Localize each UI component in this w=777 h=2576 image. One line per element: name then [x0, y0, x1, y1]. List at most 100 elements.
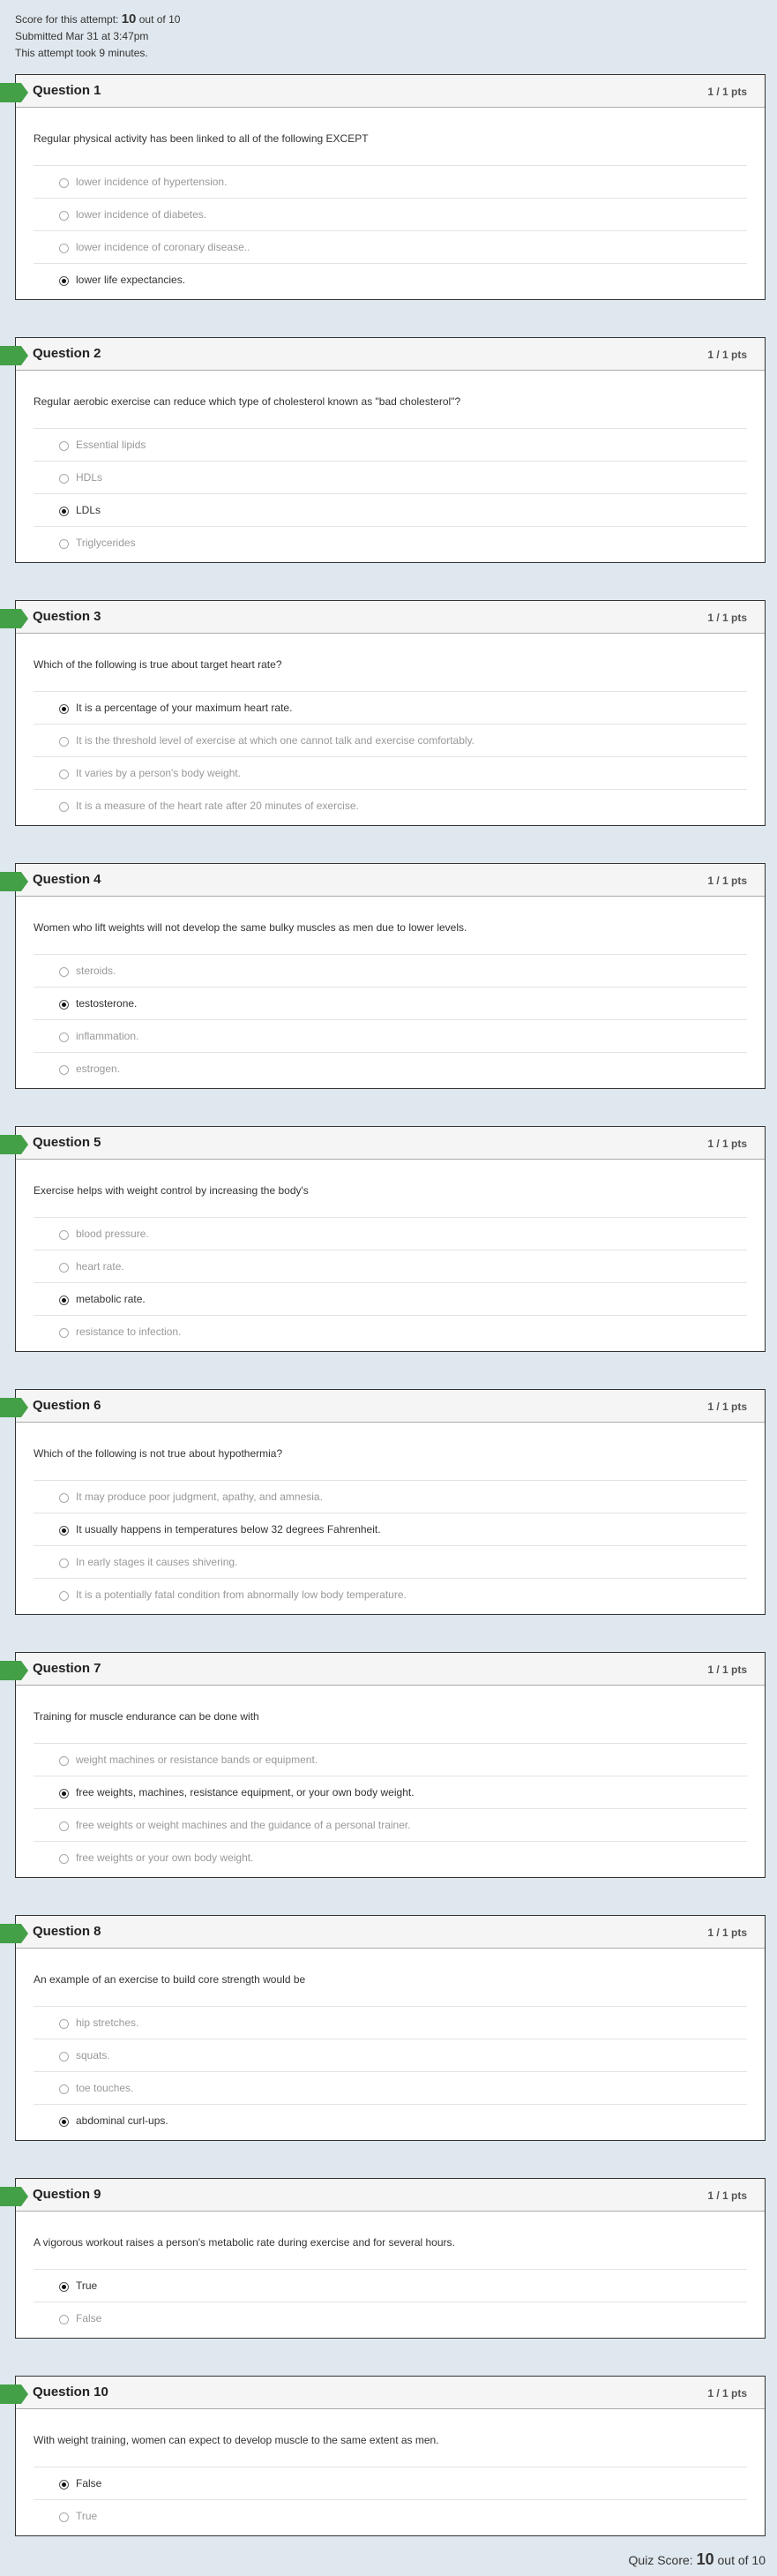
radio-icon[interactable]: [59, 244, 69, 253]
answer-option[interactable]: In early stages it causes shivering.: [34, 1545, 747, 1578]
answer-option[interactable]: free weights or weight machines and the …: [34, 1808, 747, 1841]
answer-option[interactable]: blood pressure.: [34, 1217, 747, 1250]
correct-flag-icon: [0, 1924, 28, 1943]
answer-option[interactable]: It is a measure of the heart rate after …: [34, 789, 747, 822]
answer-label: free weights or your own body weight.: [76, 1851, 254, 1864]
answer-option[interactable]: Essential lipids: [34, 428, 747, 461]
answer-option[interactable]: squats.: [34, 2039, 747, 2071]
answer-label: testosterone.: [76, 997, 138, 1010]
answer-option[interactable]: False: [34, 2467, 747, 2499]
radio-selected-icon[interactable]: [59, 704, 69, 714]
radio-icon[interactable]: [59, 737, 69, 747]
question-card: Question 10 1 / 1 pts With weight traini…: [0, 2376, 766, 2536]
question-card: Question 9 1 / 1 pts A vigorous workout …: [0, 2178, 766, 2339]
answer-option[interactable]: True: [34, 2269, 747, 2302]
question-body: Which of the following is not true about…: [16, 1423, 765, 1614]
answer-label: hip stretches.: [76, 2016, 139, 2029]
question-points: 1 / 1 pts: [707, 349, 747, 361]
answer-option[interactable]: It usually happens in temperatures below…: [34, 1513, 747, 1545]
radio-icon[interactable]: [59, 178, 69, 188]
radio-icon[interactable]: [59, 2512, 69, 2522]
radio-selected-icon[interactable]: [59, 1789, 69, 1799]
answer-option[interactable]: toe touches.: [34, 2071, 747, 2104]
question-card: Question 8 1 / 1 pts An example of an ex…: [0, 1915, 766, 2141]
radio-selected-icon[interactable]: [59, 2117, 69, 2127]
radio-icon[interactable]: [59, 967, 69, 977]
radio-icon[interactable]: [59, 441, 69, 451]
answer-label: blood pressure.: [76, 1228, 149, 1240]
answer-option[interactable]: inflammation.: [34, 1019, 747, 1052]
answer-option[interactable]: LDLs: [34, 493, 747, 526]
answer-option[interactable]: True: [34, 2499, 747, 2532]
answer-option[interactable]: estrogen.: [34, 1052, 747, 1085]
answer-option[interactable]: lower incidence of hypertension.: [34, 165, 747, 198]
answer-option[interactable]: It is the threshold level of exercise at…: [34, 724, 747, 756]
answer-option[interactable]: abdominal curl-ups.: [34, 2104, 747, 2137]
radio-icon[interactable]: [59, 1821, 69, 1831]
correct-flag-icon: [0, 83, 28, 102]
radio-selected-icon[interactable]: [59, 276, 69, 286]
question-text: Regular aerobic exercise can reduce whic…: [34, 395, 461, 408]
answer-option[interactable]: resistance to infection.: [34, 1315, 747, 1348]
answer-label: free weights or weight machines and the …: [76, 1819, 411, 1831]
answer-option[interactable]: It is a potentially fatal condition from…: [34, 1578, 747, 1611]
answer-option[interactable]: HDLs: [34, 461, 747, 493]
radio-icon[interactable]: [59, 1591, 69, 1601]
radio-icon[interactable]: [59, 1033, 69, 1042]
radio-icon[interactable]: [59, 2052, 69, 2062]
answer-option[interactable]: steroids.: [34, 954, 747, 987]
radio-selected-icon[interactable]: [59, 1000, 69, 1010]
question-header: Question 2 1 / 1 pts: [0, 338, 765, 371]
answer-option[interactable]: free weights, machines, resistance equip…: [34, 1776, 747, 1808]
radio-selected-icon[interactable]: [59, 507, 69, 516]
answer-option[interactable]: False: [34, 2302, 747, 2334]
answer-option[interactable]: Triglycerides: [34, 526, 747, 559]
radio-icon[interactable]: [59, 1558, 69, 1568]
radio-icon[interactable]: [59, 2315, 69, 2324]
question-card: Question 5 1 / 1 pts Exercise helps with…: [0, 1126, 766, 1352]
answer-option[interactable]: weight machines or resistance bands or e…: [34, 1743, 747, 1776]
answer-label: True: [76, 2279, 98, 2292]
question-text: Regular physical activity has been linke…: [34, 132, 369, 145]
radio-icon[interactable]: [59, 1756, 69, 1766]
answer-label: It is a measure of the heart rate after …: [76, 800, 359, 812]
answer-option[interactable]: lower incidence of coronary disease..: [34, 230, 747, 263]
radio-selected-icon[interactable]: [59, 2282, 69, 2292]
correct-flag-icon: [0, 346, 28, 365]
answer-option[interactable]: lower incidence of diabetes.: [34, 198, 747, 230]
answer-option[interactable]: hip stretches.: [34, 2006, 747, 2039]
radio-icon[interactable]: [59, 1493, 69, 1503]
question-points: 1 / 1 pts: [707, 1138, 747, 1150]
radio-selected-icon[interactable]: [59, 1296, 69, 1305]
answer-option[interactable]: metabolic rate.: [34, 1282, 747, 1315]
radio-icon[interactable]: [59, 1328, 69, 1338]
answer-option[interactable]: heart rate.: [34, 1250, 747, 1282]
radio-selected-icon[interactable]: [59, 1526, 69, 1536]
answer-option[interactable]: It varies by a person's body weight.: [34, 756, 747, 789]
radio-icon[interactable]: [59, 1230, 69, 1240]
question-text: An example of an exercise to build core …: [34, 1973, 306, 1986]
answer-option[interactable]: free weights or your own body weight.: [34, 1841, 747, 1874]
radio-icon[interactable]: [59, 211, 69, 221]
question-points: 1 / 1 pts: [707, 86, 747, 98]
radio-icon[interactable]: [59, 2019, 69, 2029]
answer-option[interactable]: It may produce poor judgment, apathy, an…: [34, 1480, 747, 1513]
correct-flag-icon: [0, 872, 28, 891]
answer-label: weight machines or resistance bands or e…: [76, 1754, 318, 1766]
answer-option[interactable]: lower life expectancies.: [34, 263, 747, 296]
question-header: Question 1 1 / 1 pts: [0, 75, 765, 108]
radio-icon[interactable]: [59, 770, 69, 779]
radio-icon[interactable]: [59, 474, 69, 484]
question-card: Question 7 1 / 1 pts Training for muscle…: [0, 1652, 766, 1878]
radio-icon[interactable]: [59, 1854, 69, 1864]
radio-icon[interactable]: [59, 802, 69, 812]
answer-option[interactable]: It is a percentage of your maximum heart…: [34, 691, 747, 724]
radio-icon[interactable]: [59, 1065, 69, 1075]
answer-label: In early stages it causes shivering.: [76, 1556, 238, 1568]
radio-icon[interactable]: [59, 539, 69, 549]
answer-label: It usually happens in temperatures below…: [76, 1523, 381, 1536]
answer-option[interactable]: testosterone.: [34, 987, 747, 1019]
radio-icon[interactable]: [59, 2084, 69, 2094]
radio-icon[interactable]: [59, 1263, 69, 1273]
radio-selected-icon[interactable]: [59, 2480, 69, 2490]
